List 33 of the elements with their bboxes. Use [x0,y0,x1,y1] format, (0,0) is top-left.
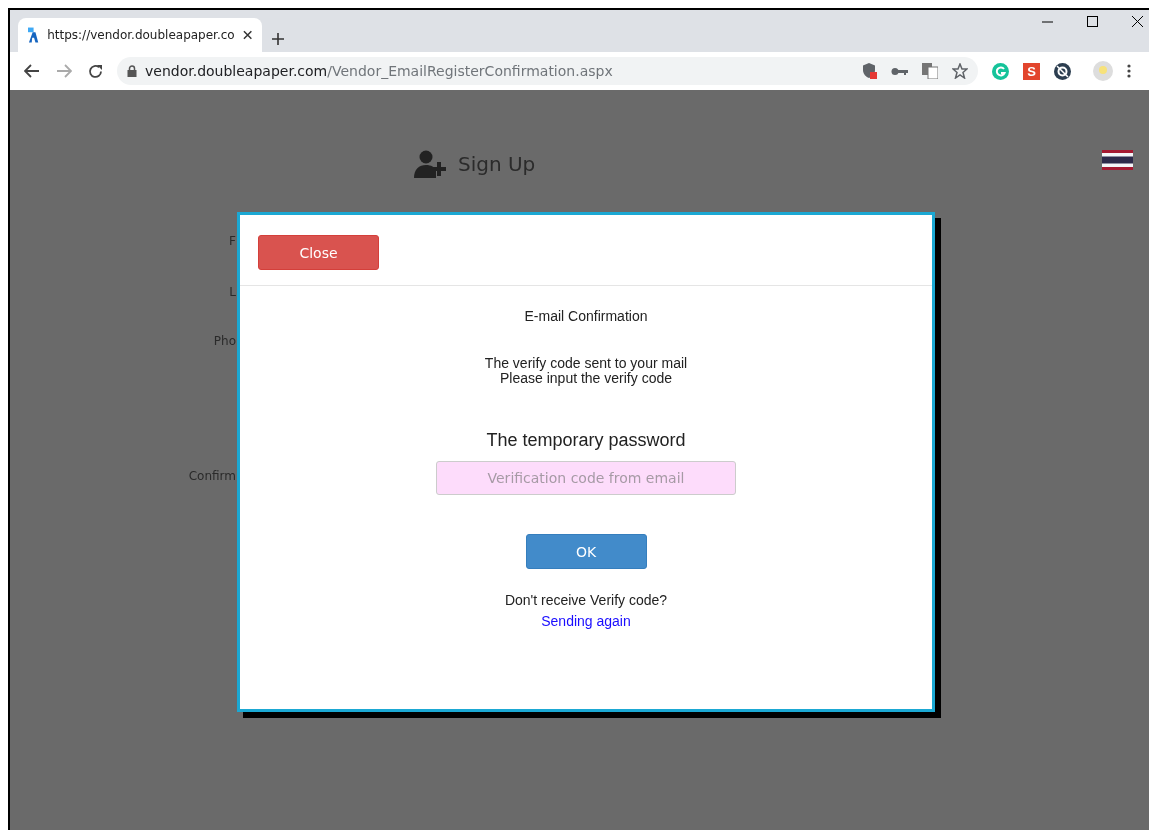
maximize-icon[interactable] [1087,16,1098,27]
resend-link[interactable]: Sending again [541,613,631,629]
close-button[interactable]: Close [258,235,379,270]
form-label: L [229,285,236,301]
verification-code-field[interactable]: Verification code from email [436,461,736,495]
dialog-message: The verify code sent to your mail Please input the verify code [484,356,688,386]
close-icon[interactable] [242,30,252,40]
extension-icon[interactable]: S [1023,62,1040,80]
url-text: vendor.doubleapaper.com/Vendor_EmailRegisterConfirmation.aspx [145,63,614,79]
menu-icon[interactable] [1127,64,1131,78]
ok-button[interactable]: OK [525,534,647,569]
new-tab-icon[interactable] [272,33,284,45]
shield-icon[interactable] [863,63,877,79]
flag-icon[interactable] [1102,150,1133,170]
dialog-title: E-mail Confirmation [524,308,648,324]
star-icon[interactable] [952,63,968,79]
back-icon[interactable] [24,64,40,78]
crossed-circle-icon[interactable] [1054,62,1071,80]
resend-prompt: Don't receive Verify code? [504,592,668,608]
browser-tab[interactable]: https://vendor.doubleapaper.co [18,18,262,52]
page-heading: Sign Up [458,152,536,176]
key-icon[interactable] [891,66,908,76]
reload-icon[interactable] [88,63,103,79]
close-icon[interactable] [1132,16,1143,27]
form-label: Confirm [188,469,236,485]
field-label: The temporary password [486,430,686,451]
site-icon [28,27,40,43]
lock-icon [127,65,137,77]
form-label: F [229,234,236,250]
form-label: Pho [213,334,236,350]
translate-icon[interactable] [922,63,938,79]
address-bar[interactable]: vendor.doubleapaper.com/Vendor_EmailRegisterConfirmation.aspx [117,57,978,85]
tab-title: https://vendor.doubleapaper.co [47,28,235,42]
